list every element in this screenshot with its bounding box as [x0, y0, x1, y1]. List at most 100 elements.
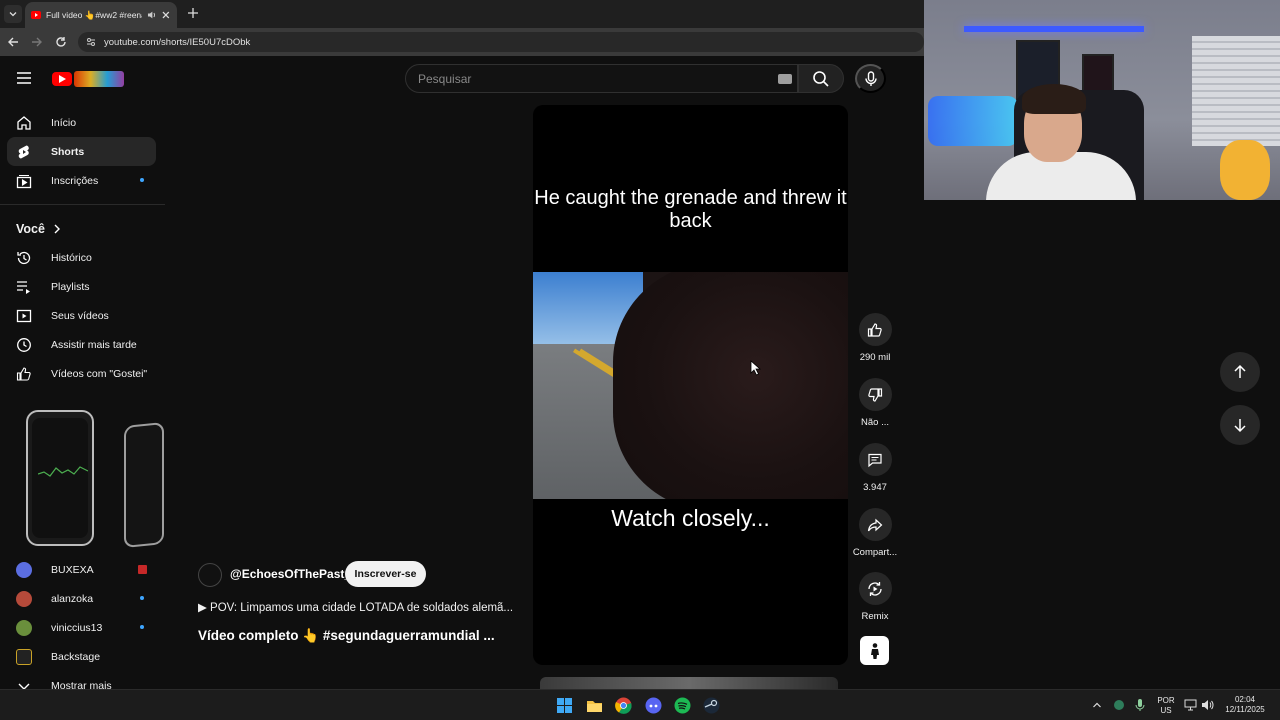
section-voce[interactable]: Você: [16, 222, 61, 236]
spotify-icon[interactable]: [674, 697, 691, 714]
subscriptions-list: BUXEXA alanzoka viniccius13 Backstage Mo…: [0, 555, 165, 689]
like-count: 290 mil: [859, 352, 891, 363]
tab-title: Full video 👆#ww2 #reena: [46, 9, 142, 20]
shorts-player[interactable]: He caught the grenade and threw it back …: [533, 105, 848, 665]
comments-action[interactable]: 3.947: [848, 443, 902, 493]
liked-icon: [16, 366, 31, 381]
sidebar-item-seus-videos[interactable]: Seus vídeos: [7, 301, 156, 330]
subscription-alanzoka[interactable]: alanzoka: [7, 584, 156, 613]
microphone-tray-icon[interactable]: [1134, 698, 1146, 712]
promo-banner[interactable]: [0, 398, 165, 558]
share-icon: [867, 518, 883, 531]
comments-button[interactable]: [858, 443, 892, 476]
sidebar-item-assistir-mais-tarde[interactable]: Assistir mais tarde: [7, 330, 156, 359]
caption-bottom: Watch closely...: [611, 505, 770, 531]
sidebar-item-inicio[interactable]: Início: [7, 108, 156, 137]
search-button[interactable]: [798, 64, 844, 93]
price-chart-graphic: [38, 466, 88, 477]
new-tab-icon[interactable]: [186, 6, 200, 20]
sidebar-item-label: Shorts: [51, 145, 85, 158]
clock-time: 02:04: [1234, 695, 1256, 704]
audio-source-thumbnail[interactable]: [860, 636, 889, 665]
channel-name[interactable]: @EchoesOfThePast_: [230, 567, 351, 581]
sidebar-divider: [0, 204, 165, 205]
sidebar-item-inscricoes[interactable]: Inscrições: [7, 166, 156, 195]
youtube-play-icon: [52, 72, 72, 86]
subscription-label: viniccius13: [51, 621, 103, 634]
chevron-down-icon: [18, 683, 30, 689]
like-button[interactable]: [858, 313, 892, 346]
dislike-button[interactable]: [858, 378, 892, 411]
share-label: Compart...: [852, 547, 898, 558]
search-input[interactable]: [418, 65, 758, 92]
history-icon: [17, 251, 31, 264]
voice-search-button[interactable]: [855, 64, 886, 93]
dislike-action[interactable]: Não ...: [848, 378, 902, 428]
reload-icon[interactable]: [54, 35, 68, 49]
short-title[interactable]: Vídeo completo 👆 #segundaguerramundial .…: [198, 628, 528, 644]
file-explorer-icon[interactable]: [586, 697, 603, 714]
thumbs-up-icon: [867, 322, 882, 337]
share-button[interactable]: [858, 508, 892, 541]
sidebar-item-label: Histórico: [51, 251, 92, 264]
keyboard-layout: US: [1160, 706, 1172, 715]
like-action[interactable]: 290 mil: [848, 313, 902, 363]
language-indicator[interactable]: POR US: [1154, 696, 1178, 716]
webcam-led-shelf: [964, 26, 1144, 32]
subscription-label: Backstage: [51, 650, 101, 663]
chrome-icon[interactable]: [615, 697, 632, 714]
share-action[interactable]: Compart...: [848, 508, 902, 558]
sidebar-item-label: Início: [51, 116, 77, 129]
webcam-plush-toy: [1220, 140, 1270, 200]
sidebar-item-historico[interactable]: Histórico: [7, 243, 156, 272]
previous-short-button[interactable]: [1220, 352, 1260, 392]
subscription-backstage[interactable]: Backstage: [7, 642, 156, 671]
keyboard-icon[interactable]: [778, 74, 792, 84]
remix-button[interactable]: [858, 572, 892, 605]
speaker-icon[interactable]: [147, 10, 157, 20]
subscription-viniccius13[interactable]: viniccius13: [7, 613, 156, 642]
subscription-label: BUXEXA: [51, 563, 94, 576]
next-short-thumbnail[interactable]: [540, 677, 838, 689]
windows-start-icon[interactable]: [556, 697, 573, 714]
sidebar-item-playlists[interactable]: Playlists: [7, 272, 156, 301]
related-video-link[interactable]: ▶ POV: Limpamos uma cidade LOTADA de sol…: [198, 600, 528, 614]
comment-count: 3.947: [863, 482, 887, 493]
sidebar-item-label: Assistir mais tarde: [51, 338, 137, 351]
show-more-button[interactable]: Mostrar mais: [7, 671, 156, 689]
network-icon[interactable]: [1184, 699, 1197, 711]
watch-later-icon: [17, 337, 31, 352]
subscription-buxexa[interactable]: BUXEXA: [7, 555, 156, 584]
dislike-label: Não ...: [861, 417, 889, 428]
caption-top: He caught the grenade and threw it back: [534, 187, 847, 232]
subscribe-button[interactable]: Inscrever-se: [345, 561, 426, 587]
youtube-favicon-icon: [31, 11, 41, 19]
thumbs-down-icon: [868, 387, 883, 402]
remix-action[interactable]: Remix: [848, 572, 902, 622]
video-foreground: [613, 272, 848, 499]
clock[interactable]: 02:04 12/11/2025: [1222, 695, 1268, 715]
forward-arrow-icon[interactable]: [30, 35, 44, 49]
hamburger-menu-icon[interactable]: [16, 70, 32, 86]
shorts-icon: [18, 145, 29, 158]
subscriptions-icon: [16, 174, 32, 188]
search-icon: [813, 70, 829, 87]
discord-icon[interactable]: [645, 697, 662, 714]
sidebar-item-shorts[interactable]: Shorts: [7, 137, 156, 166]
address-bar[interactable]: youtube.com/shorts/IE50U7cDObk: [78, 32, 924, 52]
tab-list-button[interactable]: [4, 5, 22, 23]
browser-tab-active[interactable]: Full video 👆#ww2 #reena: [25, 2, 177, 28]
sidebar-item-videos-com-gostei[interactable]: Vídeos com "Gostei": [7, 359, 156, 388]
volume-icon[interactable]: [1201, 699, 1214, 711]
youtube-logo[interactable]: [52, 70, 124, 88]
channel-avatar[interactable]: [198, 563, 222, 587]
steam-icon[interactable]: [703, 697, 720, 714]
back-arrow-icon[interactable]: [6, 35, 20, 49]
webcam-person-hair: [1022, 84, 1086, 114]
chevron-up-icon[interactable]: [1092, 700, 1102, 710]
tray-app-icon[interactable]: [1113, 699, 1125, 711]
next-short-button[interactable]: [1220, 405, 1260, 445]
sidebar-item-label: Seus vídeos: [51, 309, 109, 322]
site-info-icon[interactable]: [86, 37, 96, 47]
close-tab-icon[interactable]: [161, 10, 171, 20]
